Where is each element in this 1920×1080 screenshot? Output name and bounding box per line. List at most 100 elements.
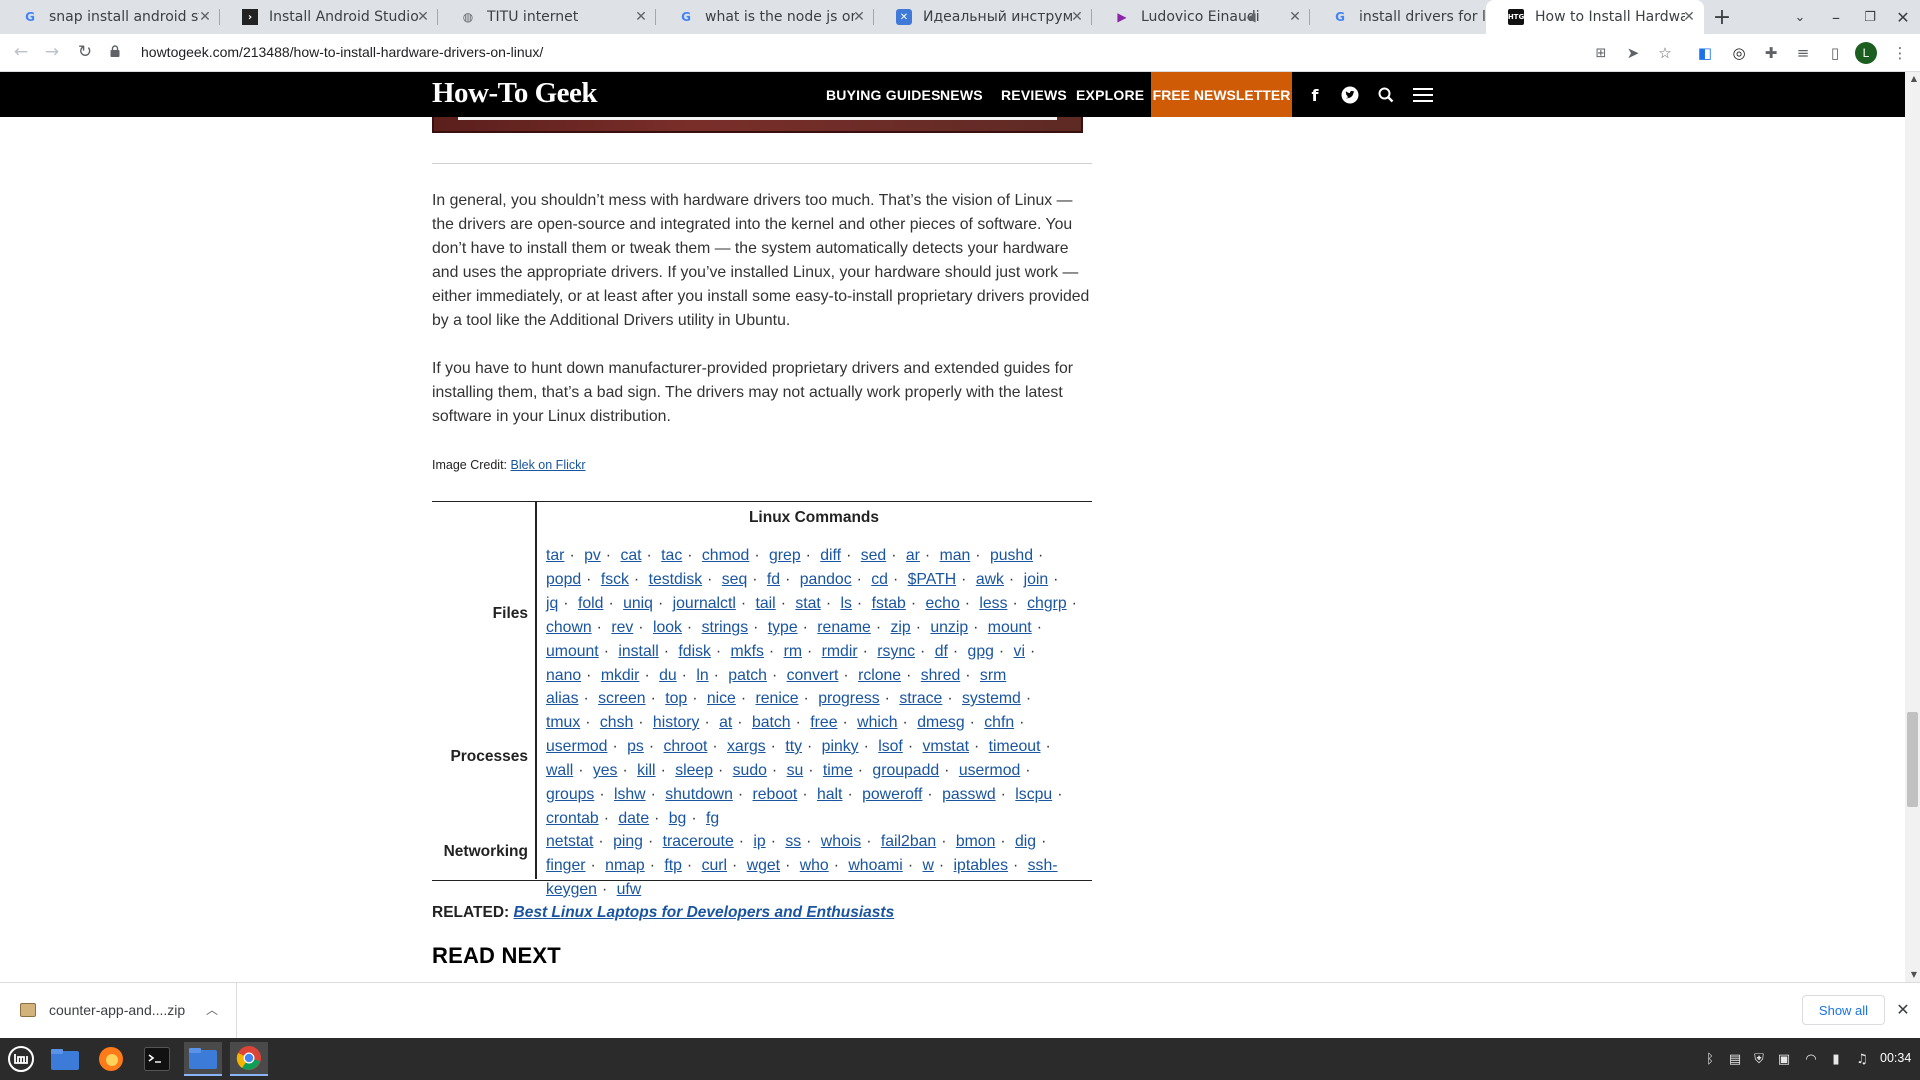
- command-link[interactable]: fsck: [601, 571, 629, 588]
- tab-how-to-install-hardware[interactable]: HTG How to Install Hardware ✕: [1486, 0, 1704, 36]
- command-link[interactable]: diff: [820, 547, 841, 564]
- files-active-icon[interactable]: [184, 1042, 222, 1076]
- command-link[interactable]: traceroute: [663, 833, 734, 850]
- command-link[interactable]: crontab: [546, 810, 599, 827]
- command-link[interactable]: pv: [584, 547, 601, 564]
- command-link[interactable]: screen: [598, 690, 645, 707]
- command-link[interactable]: alias: [546, 690, 579, 707]
- command-link[interactable]: who: [800, 857, 829, 874]
- command-link[interactable]: awk: [976, 571, 1004, 588]
- command-link[interactable]: vi: [1014, 643, 1025, 660]
- command-link[interactable]: cat: [620, 547, 641, 564]
- chevron-up-icon[interactable]: ︿: [206, 1001, 218, 1018]
- site-logo[interactable]: How-To Geek: [432, 77, 598, 110]
- extension-circle-icon[interactable]: ◎: [1729, 43, 1749, 63]
- search-icon[interactable]: [1376, 85, 1396, 105]
- clock[interactable]: 00:34: [1880, 1051, 1911, 1065]
- bookmark-star-icon[interactable]: ☆: [1655, 43, 1675, 63]
- chrome-icon[interactable]: [230, 1042, 268, 1076]
- command-link[interactable]: zip: [891, 619, 911, 636]
- command-link[interactable]: fold: [578, 595, 603, 612]
- command-link[interactable]: chmod: [702, 547, 749, 564]
- browser-menu-icon[interactable]: ⋮: [1890, 43, 1910, 63]
- speaker-muted-icon[interactable]: ◀: [1242, 8, 1260, 26]
- command-link[interactable]: pushd: [990, 547, 1033, 564]
- tab-close-icon[interactable]: ✕: [414, 8, 432, 26]
- command-link[interactable]: history: [653, 714, 700, 731]
- page-scrollbar[interactable]: ▲ ▼: [1905, 72, 1920, 982]
- command-link[interactable]: top: [665, 690, 687, 707]
- nav-explore[interactable]: EXPLORE: [1076, 87, 1144, 103]
- command-link[interactable]: tail: [756, 595, 776, 612]
- command-link[interactable]: lshw: [614, 786, 646, 803]
- command-link[interactable]: chroot: [663, 738, 707, 755]
- command-link[interactable]: wall: [546, 762, 573, 779]
- command-link[interactable]: lsof: [878, 738, 903, 755]
- command-link[interactable]: fail2ban: [881, 833, 936, 850]
- twitter-icon[interactable]: [1340, 85, 1360, 105]
- tab-close-icon[interactable]: ✕: [1680, 8, 1698, 26]
- command-link[interactable]: halt: [817, 786, 842, 803]
- command-link[interactable]: date: [618, 810, 649, 827]
- command-link[interactable]: cd: [871, 571, 888, 588]
- command-link[interactable]: install: [618, 643, 658, 660]
- command-link[interactable]: w: [922, 857, 933, 874]
- command-link[interactable]: tar: [546, 547, 564, 564]
- command-link[interactable]: shutdown: [665, 786, 733, 803]
- files-icon[interactable]: [46, 1042, 84, 1076]
- command-link[interactable]: at: [719, 714, 732, 731]
- command-link[interactable]: tmux: [546, 714, 580, 731]
- command-link[interactable]: usermod: [959, 762, 1020, 779]
- command-link[interactable]: batch: [752, 714, 791, 731]
- shield-icon[interactable]: ⛨: [1750, 1050, 1768, 1068]
- command-link[interactable]: chgrp: [1027, 595, 1067, 612]
- command-link[interactable]: whoami: [848, 857, 902, 874]
- command-link[interactable]: echo: [925, 595, 959, 612]
- side-panel-icon[interactable]: ▯: [1825, 43, 1845, 63]
- image-credit-link[interactable]: Blek on Flickr: [511, 458, 586, 472]
- command-link[interactable]: mount: [988, 619, 1032, 636]
- command-link[interactable]: timeout: [989, 738, 1041, 755]
- command-link[interactable]: strace: [899, 690, 942, 707]
- tab-snap-install[interactable]: G snap install android stud ✕: [0, 0, 220, 34]
- command-link[interactable]: passwd: [942, 786, 996, 803]
- command-link[interactable]: chown: [546, 619, 592, 636]
- command-link[interactable]: poweroff: [862, 786, 922, 803]
- tab-close-icon[interactable]: ✕: [850, 8, 868, 26]
- translate-icon[interactable]: ⊞: [1591, 43, 1611, 63]
- profile-avatar[interactable]: L: [1855, 42, 1877, 64]
- command-link[interactable]: groups: [546, 786, 594, 803]
- bluetooth-icon[interactable]: ᛒ: [1701, 1050, 1719, 1068]
- command-link[interactable]: ping: [613, 833, 643, 850]
- clipboard-icon[interactable]: ▤: [1726, 1050, 1744, 1068]
- tab-ludovico-einaudi[interactable]: ▶ Ludovico Einaudi (Kin ◀ ✕: [1092, 0, 1310, 34]
- command-link[interactable]: df: [935, 643, 948, 660]
- command-link[interactable]: ss: [785, 833, 801, 850]
- command-link[interactable]: nano: [546, 667, 581, 684]
- command-link[interactable]: stat: [795, 595, 820, 612]
- command-link[interactable]: strings: [702, 619, 749, 636]
- command-link[interactable]: less: [979, 595, 1007, 612]
- command-link[interactable]: iptables: [954, 857, 1008, 874]
- command-link[interactable]: mkdir: [601, 667, 640, 684]
- command-link[interactable]: free: [810, 714, 837, 731]
- scrollbar-thumb[interactable]: [1907, 712, 1918, 807]
- download-item[interactable]: counter-app-and....zip ︿: [0, 983, 237, 1039]
- command-link[interactable]: patch: [728, 667, 767, 684]
- command-link[interactable]: yes: [593, 762, 618, 779]
- command-link[interactable]: vmstat: [922, 738, 969, 755]
- command-link[interactable]: ufw: [617, 881, 642, 898]
- command-link[interactable]: pandoc: [800, 571, 852, 588]
- command-link[interactable]: wget: [747, 857, 780, 874]
- battery-icon[interactable]: ▮: [1827, 1050, 1845, 1068]
- mint-menu-icon[interactable]: [2, 1042, 40, 1076]
- command-link[interactable]: seq: [722, 571, 747, 588]
- command-link[interactable]: groupadd: [872, 762, 939, 779]
- command-link[interactable]: usermod: [546, 738, 607, 755]
- sound-icon[interactable]: ♫: [1853, 1050, 1871, 1068]
- command-link[interactable]: man: [940, 547, 971, 564]
- reload-icon[interactable]: ↻: [75, 42, 95, 62]
- command-link[interactable]: chsh: [600, 714, 633, 731]
- command-link[interactable]: look: [653, 619, 682, 636]
- send-icon[interactable]: ➤: [1623, 43, 1643, 63]
